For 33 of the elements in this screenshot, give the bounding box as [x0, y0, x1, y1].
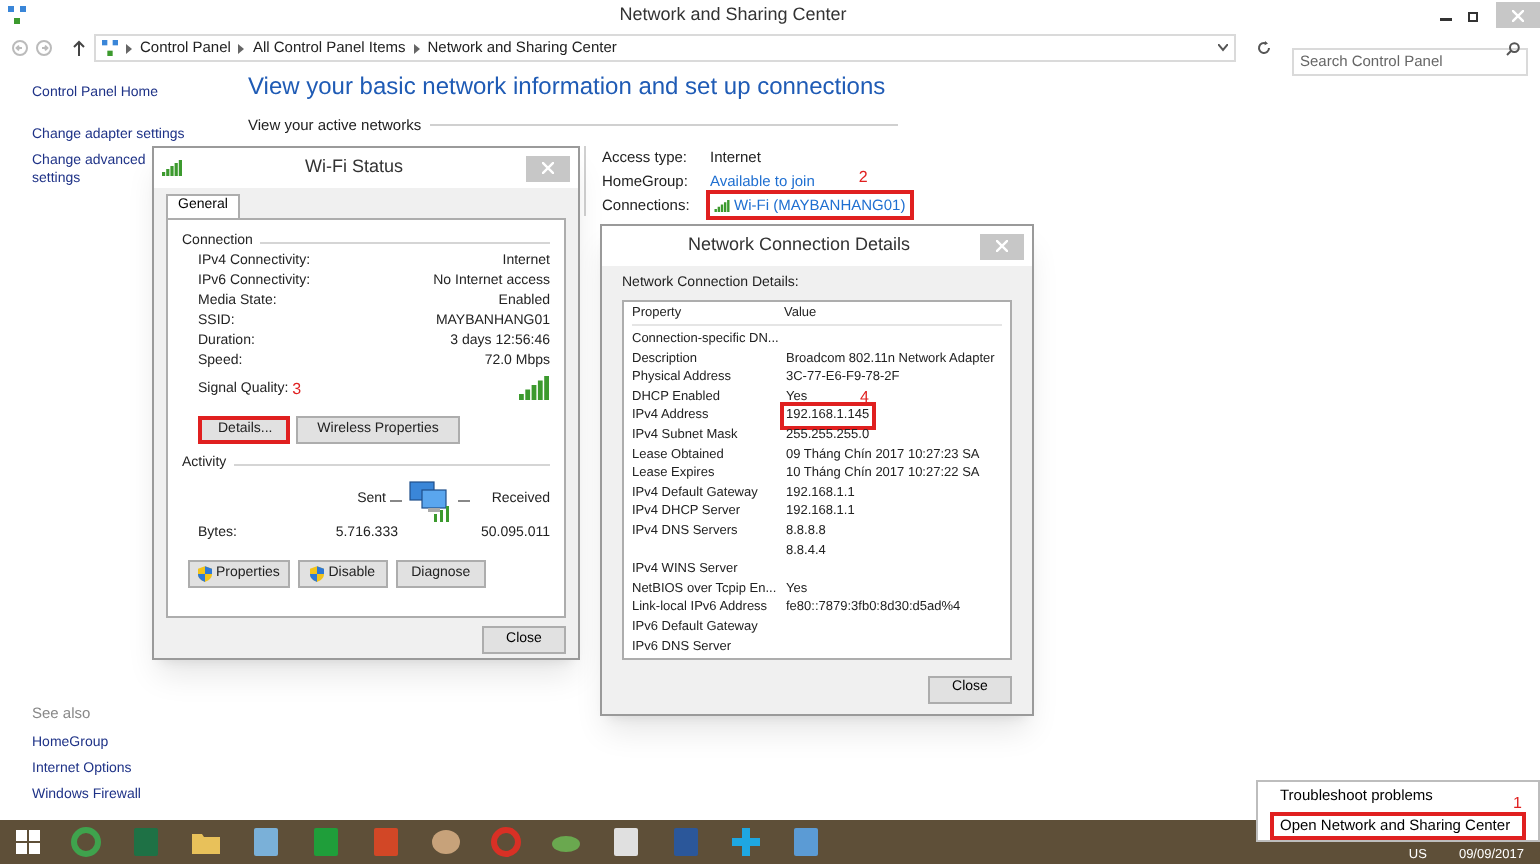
page-heading: View your basic network information and set up connections: [248, 70, 888, 104]
annotation-number: 4: [860, 389, 869, 406]
annotation-number: 1: [1513, 796, 1522, 812]
shield-icon: [198, 566, 212, 582]
forward-icon[interactable]: [36, 40, 52, 56]
dialog-title: Wi-Fi Status: [302, 154, 405, 181]
wifi-signal-icon: [714, 199, 730, 212]
maximize-icon[interactable]: [1468, 9, 1480, 21]
search-icon: [1506, 41, 1520, 55]
up-arrow-icon[interactable]: [72, 40, 86, 56]
close-button[interactable]: [526, 155, 570, 181]
shield-icon: [310, 566, 325, 582]
chevron-icon: [238, 43, 245, 53]
refresh-icon[interactable]: [1256, 40, 1272, 56]
dropdown-icon[interactable]: [1218, 44, 1228, 52]
close-icon: [1512, 9, 1524, 21]
network-computers-icon: [406, 478, 454, 522]
back-icon[interactable]: [12, 40, 28, 56]
network-icon: [102, 40, 118, 56]
chevron-icon: [126, 43, 132, 53]
dialog-title: Network Connection Details: [685, 232, 913, 259]
window-title: Network and Sharing Center: [617, 1, 849, 28]
close-icon: [996, 240, 1008, 252]
window-close-button[interactable]: [1496, 2, 1540, 28]
close-button[interactable]: [980, 233, 1024, 259]
windows-logo-icon[interactable]: [16, 830, 40, 854]
signal-quality-icon: [518, 376, 550, 400]
annotation-number: 2: [858, 169, 868, 186]
wifi-signal-icon: [162, 160, 182, 176]
network-icon: [8, 6, 26, 24]
close-icon: [542, 162, 554, 174]
annotation-number: 3: [292, 382, 302, 398]
chevron-icon: [413, 43, 420, 53]
